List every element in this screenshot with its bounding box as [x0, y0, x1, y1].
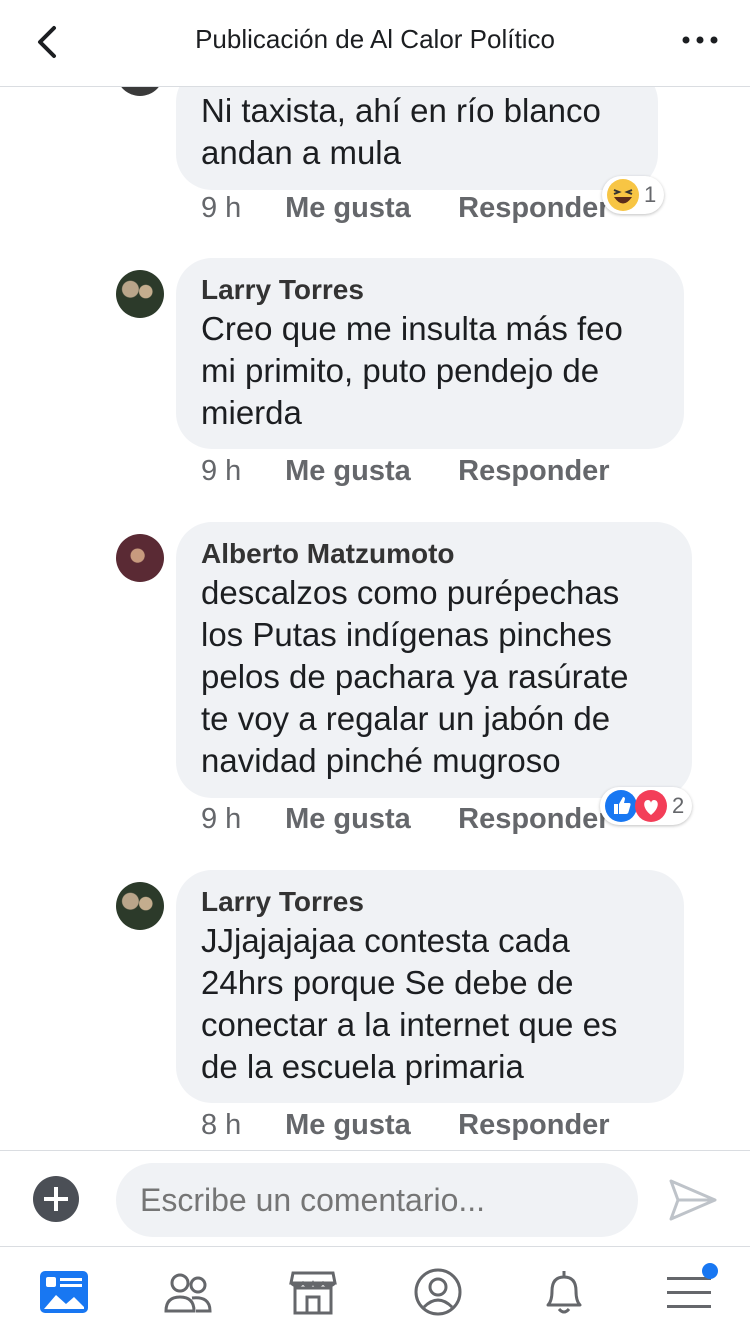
top-bar: Publicación de Al Calor Político [0, 0, 750, 87]
avatar[interactable] [116, 270, 164, 318]
love-reaction-icon [635, 790, 667, 822]
ellipsis-icon[interactable] [680, 28, 720, 52]
reply-button[interactable]: Responder [458, 455, 609, 488]
comment-text: Ni taxista, ahí en río blanco andan a mu… [201, 92, 601, 171]
reaction-summary[interactable]: 1 [602, 176, 665, 214]
reaction-count: 2 [672, 793, 685, 818]
page-title: Publicación de Al Calor Político [195, 24, 555, 54]
comment-bubble[interactable]: Larry Torres Creo que me insulta más feo… [176, 258, 684, 449]
comment-time: 9 h [201, 803, 242, 835]
comment-bubble[interactable]: Larry Torres JJjajajajaa contesta cada 2… [176, 870, 684, 1103]
friends-icon[interactable] [162, 1267, 214, 1317]
like-reaction-icon [605, 790, 637, 822]
reaction-summary[interactable]: 2 [600, 787, 693, 825]
comment-author[interactable]: Larry Torres [201, 884, 660, 920]
news-feed-icon[interactable] [38, 1267, 90, 1317]
like-button[interactable]: Me gusta [285, 455, 450, 488]
comment-author[interactable]: Larry Torres [201, 272, 660, 308]
comment-input[interactable] [116, 1163, 638, 1237]
notification-dot [702, 1263, 718, 1279]
avatar[interactable] [116, 882, 164, 930]
send-icon[interactable] [668, 1177, 718, 1223]
comment-author[interactable]: Alberto Matzumoto [201, 536, 668, 572]
avatar[interactable] [116, 86, 164, 96]
comment-time: 9 h [201, 455, 242, 487]
comment-bubble[interactable]: Ni taxista, ahí en río blanco andan a mu… [176, 86, 658, 190]
like-button[interactable]: Me gusta [285, 803, 450, 836]
comment-actions: 9 h Me gusta Responder [201, 192, 610, 225]
comment-time: 8 h [201, 1109, 242, 1141]
comment-list: Ni taxista, ahí en río blanco andan a mu… [0, 86, 750, 1150]
comment-bubble[interactable]: Alberto Matzumoto descalzos como purépec… [176, 522, 692, 798]
comment-text: Creo que me insulta más feo mi primito, … [201, 310, 623, 431]
comment-actions: 9 h Me gusta Responder [201, 455, 610, 488]
tab-bar [0, 1246, 750, 1335]
comment-actions: 8 h Me gusta Responder [201, 1109, 610, 1142]
marketplace-icon[interactable] [287, 1267, 339, 1317]
comment-time: 9 h [201, 192, 242, 224]
avatar[interactable] [116, 534, 164, 582]
reply-button[interactable]: Responder [458, 192, 609, 225]
notifications-icon[interactable] [538, 1267, 590, 1317]
like-button[interactable]: Me gusta [285, 192, 450, 225]
haha-emoji-icon [607, 179, 639, 211]
comment-composer [0, 1150, 750, 1247]
reaction-count: 1 [644, 182, 657, 207]
reply-button[interactable]: Responder [458, 1109, 609, 1142]
like-button[interactable]: Me gusta [285, 1109, 450, 1142]
comment-text: descalzos como purépechas los Putas indí… [201, 574, 629, 779]
profile-icon[interactable] [412, 1267, 464, 1317]
plus-circle-icon[interactable] [32, 1175, 80, 1223]
reply-button[interactable]: Responder [458, 803, 609, 836]
comment-text: JJjajajajaa contesta cada 24hrs porque S… [201, 922, 618, 1085]
comment-actions: 9 h Me gusta Responder [201, 803, 610, 836]
